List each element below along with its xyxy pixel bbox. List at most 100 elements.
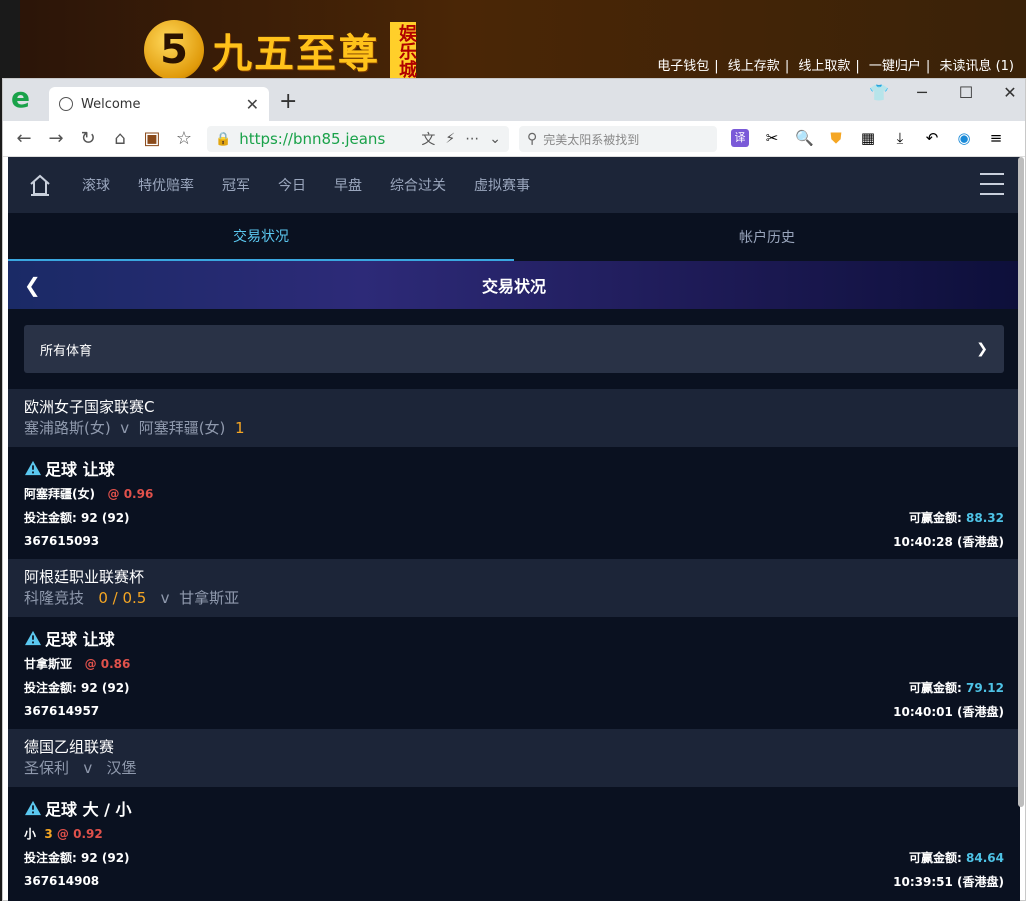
brand-tag: 娱乐城	[390, 22, 417, 78]
bet-type: 足球 大 / 小	[24, 795, 1004, 821]
translate-icon[interactable]: 译	[731, 129, 749, 147]
link-deposit[interactable]: 线上存款	[728, 59, 780, 74]
match-teams: 科隆竞技 0 / 0.5 v 甘拿斯亚	[24, 587, 1004, 609]
bet-meta-row: 367614908 10:39:51 (香港盘)	[24, 869, 1004, 893]
league-header: 阿根廷职业联赛杯 科隆竞技 0 / 0.5 v 甘拿斯亚	[8, 559, 1020, 617]
page-scrollbar[interactable]	[1018, 157, 1024, 807]
stake-label: 投注金额:	[24, 510, 77, 525]
home-team: 科隆竞技	[24, 589, 85, 607]
browser-logo-icon: e	[11, 81, 30, 114]
tab-account-history[interactable]: 帐户历史	[514, 213, 1020, 261]
apps-icon[interactable]: ▦	[859, 129, 877, 147]
close-tab-icon[interactable]: ✕	[246, 95, 259, 114]
back-chevron-icon[interactable]: ❮	[24, 273, 41, 297]
sport-filter-select[interactable]: 所有体育 ❯	[24, 325, 1004, 373]
filter-value: 所有体育	[40, 343, 93, 359]
download-icon[interactable]: ⤓	[891, 129, 909, 147]
skin-icon[interactable]: 👕	[869, 83, 889, 102]
home-nav-icon[interactable]	[28, 173, 52, 197]
win-value: 88.32	[966, 510, 1004, 525]
favorites-icon[interactable]: ☆	[171, 128, 197, 149]
cut-icon[interactable]: ✂	[763, 129, 781, 147]
sync-icon[interactable]: ◉	[955, 129, 973, 147]
tab-transactions[interactable]: 交易状况	[8, 213, 514, 261]
nav-early[interactable]: 早盘	[334, 175, 362, 195]
speed-icon[interactable]: ⚡	[445, 131, 455, 147]
forward-icon[interactable]: →	[43, 128, 69, 149]
home-icon[interactable]: ⌂	[107, 128, 133, 149]
tab-bar: e Welcome ✕ + 👕 ─ ☐ ✕	[3, 79, 1025, 121]
match-teams: 塞浦路斯(女) v 阿塞拜疆(女) 1	[24, 417, 1004, 439]
home-team: 圣保利	[24, 759, 70, 777]
bet-card: 足球 让球 甘拿斯亚 @ 0.86 投注金额: 92 (92) 可赢金额: 79…	[8, 617, 1020, 729]
site-logo[interactable]: 5 九五至尊 娱乐城	[144, 20, 417, 80]
bet-meta-row: 367615093 10:40:28 (香港盘)	[24, 529, 1004, 553]
odds: @ 0.92	[56, 826, 103, 841]
win-value: 79.12	[966, 680, 1004, 695]
versus: v	[83, 759, 93, 777]
nav-virtual[interactable]: 虚拟赛事	[474, 175, 530, 195]
stake-value: 92 (92)	[81, 510, 130, 525]
nav-outright[interactable]: 冠军	[222, 175, 250, 195]
extension-icon[interactable]: ▣	[139, 128, 165, 149]
bet-selection-row: 小 3 @ 0.92	[24, 821, 1004, 845]
nav-today[interactable]: 今日	[278, 175, 306, 195]
win-value: 84.64	[966, 850, 1004, 865]
minimize-button[interactable]: ─	[913, 83, 931, 102]
site-banner: 5 九五至尊 娱乐城 电子钱包 | 线上存款 | 线上取款 | 一键归户 | 未读讯息 …	[0, 0, 1026, 80]
search-ext-icon[interactable]: 🔍	[795, 129, 814, 147]
nav-parlay[interactable]: 综合过关	[390, 175, 446, 195]
lock-icon: 🔒	[215, 131, 232, 147]
web-page: 滚球 特优赔率 冠军 今日 早盘 综合过关 虚拟赛事 交易状况 帐户历史 ❮ 交…	[8, 157, 1020, 901]
hamburger-menu-icon[interactable]	[980, 173, 1004, 195]
nav-inplay[interactable]: 滚球	[82, 175, 110, 195]
warning-icon	[25, 460, 41, 476]
maximize-button[interactable]: ☐	[957, 83, 975, 102]
link-withdraw[interactable]: 线上取款	[798, 59, 850, 74]
link-messages[interactable]: 未读讯息 (1)	[939, 59, 1014, 74]
page-translate-icon[interactable]: 文	[421, 129, 435, 149]
bet-card: 足球 大 / 小 小 3 @ 0.92 投注金额: 92 (92) 可赢金额: …	[8, 787, 1020, 899]
bet-id: 367614957	[24, 704, 100, 718]
logo-mark: 5	[144, 20, 204, 80]
url-bar[interactable]: 🔒 https://bnn85.jeans 文 ⚡ ⋯ ⌄	[207, 126, 509, 152]
odds: @ 0.96	[107, 486, 154, 501]
bet-selection-row: 阿塞拜疆(女) @ 0.96	[24, 481, 1004, 505]
match-teams: 圣保利 v 汉堡	[24, 757, 1004, 779]
page-title: 交易状况	[481, 277, 546, 296]
link-wallet[interactable]: 电子钱包	[657, 59, 709, 74]
link-consolidate[interactable]: 一键归户	[869, 59, 921, 74]
handicap: 0 / 0.5	[98, 589, 147, 607]
versus: v	[120, 419, 130, 437]
bet-amount-row: 投注金额: 92 (92) 可赢金额: 79.12	[24, 675, 1004, 699]
tab-welcome[interactable]: Welcome ✕	[49, 87, 269, 121]
tab-title: Welcome	[81, 96, 141, 112]
top-nav: 滚球 特优赔率 冠军 今日 早盘 综合过关 虚拟赛事	[8, 157, 1020, 213]
new-tab-button[interactable]: +	[279, 89, 297, 114]
nav-special-odds[interactable]: 特优赔率	[138, 175, 194, 195]
league-name: 阿根廷职业联赛杯	[24, 568, 145, 586]
bet-type: 足球 让球	[24, 625, 1004, 651]
search-icon: ⚲	[527, 131, 538, 147]
league-header: 德国乙组联赛 圣保利 v 汉堡	[8, 729, 1020, 787]
more-icon[interactable]: ⋯	[465, 131, 479, 147]
close-window-button[interactable]: ✕	[1001, 83, 1019, 102]
reload-icon[interactable]: ↻	[75, 128, 101, 149]
selection: 阿塞拜疆(女)	[24, 486, 95, 501]
odds: @ 0.86	[84, 656, 131, 671]
win-label: 可赢金额:	[909, 680, 962, 695]
league-name: 德国乙组联赛	[24, 738, 115, 756]
search-input[interactable]: ⚲ 完美太阳系被找到	[519, 126, 717, 152]
bet-meta-row: 367614957 10:40:01 (香港盘)	[24, 699, 1004, 723]
win-label: 可赢金额:	[909, 510, 962, 525]
stake-value: 92 (92)	[81, 850, 130, 865]
undo-icon[interactable]: ↶	[923, 129, 941, 147]
back-icon[interactable]: ←	[11, 128, 37, 149]
bet-selection-row: 甘拿斯亚 @ 0.86	[24, 651, 1004, 675]
selection: 小	[24, 826, 37, 841]
search-placeholder: 完美太阳系被找到	[543, 132, 640, 147]
shield-icon[interactable]: ⛊	[827, 129, 845, 147]
chevron-down-icon[interactable]: ⌄	[489, 131, 501, 147]
bet-id: 367615093	[24, 534, 100, 548]
menu-icon[interactable]: ≡	[987, 129, 1005, 147]
